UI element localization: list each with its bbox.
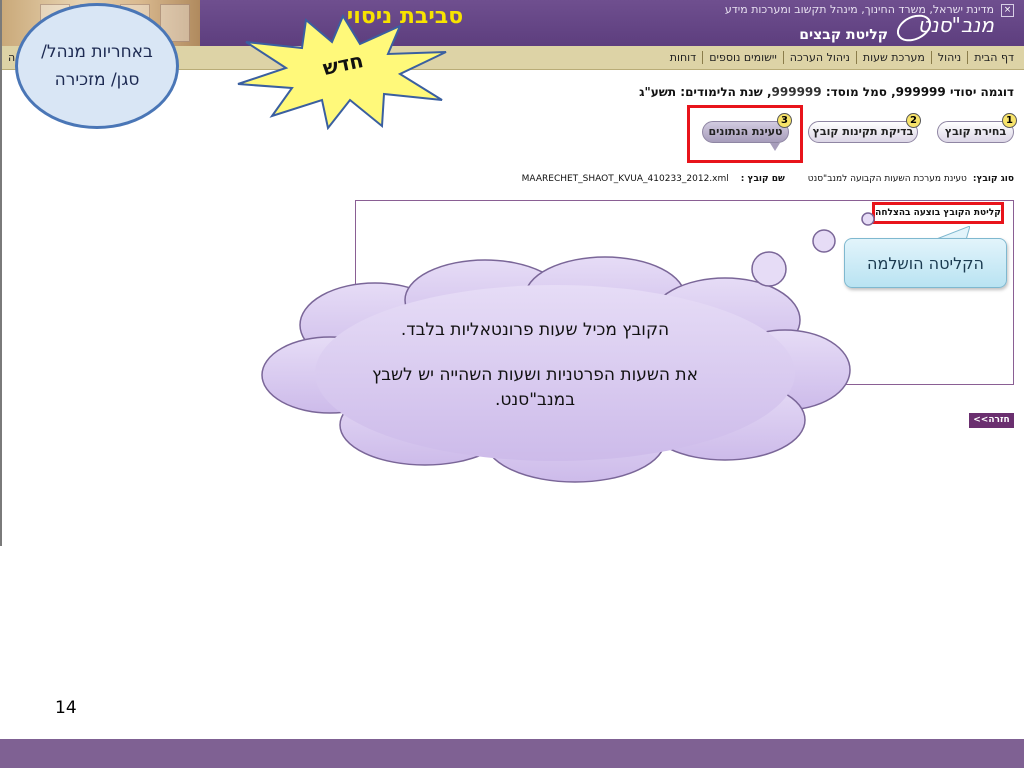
menu-item-assessment[interactable]: ניהול הערכה [782,51,856,64]
cloud-line-frontal-hours: הקובץ מכיל שעות פרונטאליות בלבד. [400,320,670,340]
file-info-line: סוג קובץ: טעינת מערכת השעות הקבועה למנב"ס… [522,174,1014,184]
responsibility-text: באחריות מנהל/ סגן/ מזכירה [41,42,153,90]
slide-number: 14 [55,698,77,718]
school-name: דוגמה יסודי [949,85,1014,99]
cloud-line-individual-hours: את השעות הפרטניות ושעות השהייה יש לשבץ ב… [372,365,698,410]
thought-bubble-medium [812,229,836,253]
menu-item-reports[interactable]: דוחות [664,51,702,64]
window-left-border [0,0,2,546]
success-message: קליטת הקובץ בוצעה בהצלחה [872,202,1004,224]
step-1-label: בחירת קובץ [944,125,1007,138]
cloud-text: הקובץ מכיל שעות פרונטאליות בלבד. את השעו… [345,318,725,413]
file-type-value: טעינת מערכת השעות הקבועה למנב"סנט [807,174,967,184]
step-1-choose-file-button[interactable]: בחירת קובץ 1 [937,113,1017,143]
file-name-value: MAARECHET_SHAOT_KVUA_410233_2012.xml [521,174,729,184]
school-info-line: דוגמה יסודי 999999, סמל מוסד: 999999, שנ… [639,85,1014,99]
school-year-label: שנת הלימודים: [680,85,763,99]
institution-label: סמל מוסד: [825,85,887,99]
school-name-code: 999999 [895,85,946,99]
slide-footer-bar [0,739,1024,768]
header-close-icon[interactable]: × [1001,4,1014,17]
thought-bubble-large [751,251,787,287]
school-year-value: תשע"ג [639,85,677,99]
completion-callout: הקליטה הושלמה [844,238,1007,288]
menu-items: דף הבית ניהול מערכת שעות ניהול הערכה ייש… [664,51,1020,64]
thought-bubble-small [861,212,875,226]
step-2-validate-file-button[interactable]: בדיקת תקינות קובץ 2 [808,113,921,143]
menu-item-management[interactable]: ניהול [930,51,967,64]
brand-logo[interactable]: מנב"סנט [918,13,994,37]
step-3-highlight-frame [687,105,803,163]
file-name-label: שם קובץ : [740,174,785,184]
institution-code: 999999 [771,85,822,99]
step-1-number-badge: 1 [1002,113,1017,128]
responsibility-ellipse: באחריות מנהל/ סגן/ מזכירה [15,3,179,129]
file-type-label: סוג קובץ: [972,174,1014,184]
menu-item-more-apps[interactable]: יישומים נוספים [702,51,783,64]
menu-item-home[interactable]: דף הבית [967,51,1020,64]
page-title: קליטת קבצים [799,27,888,43]
step-2-number-badge: 2 [906,113,921,128]
step-2-label: בדיקת תקינות קובץ [812,125,914,138]
back-button[interactable]: <<חזרה [969,413,1014,428]
menu-item-timetable[interactable]: מערכת שעות [855,51,931,64]
